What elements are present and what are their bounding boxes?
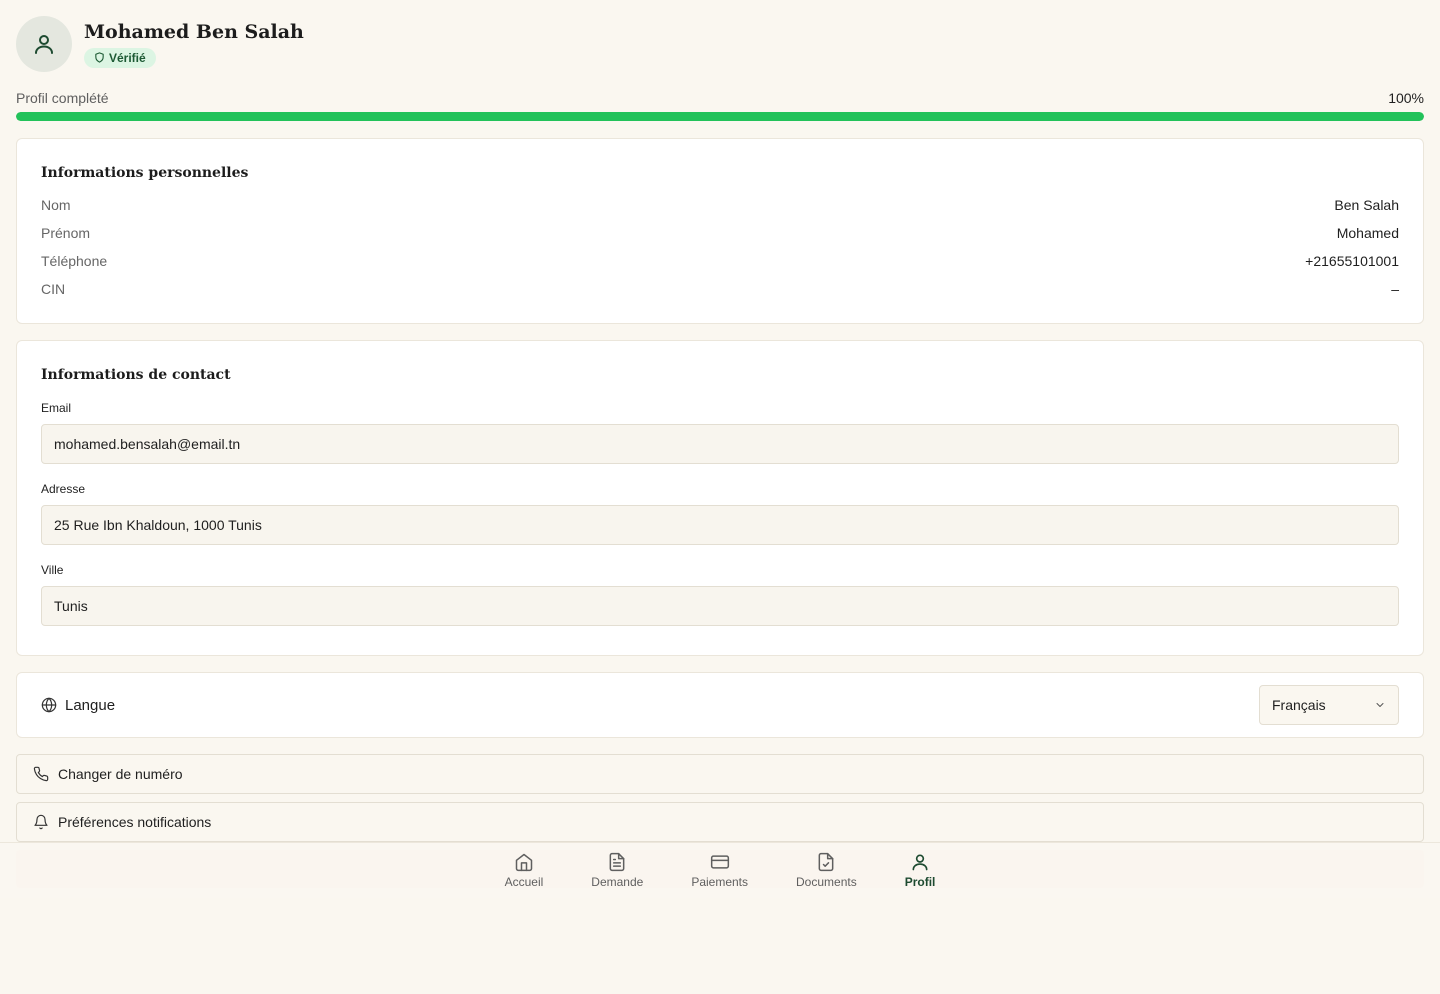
nav-item-accueil[interactable]: Accueil [481,852,568,889]
contact-info-card: Informations de contact Email mohamed.be… [16,340,1424,656]
info-row-nom: Nom Ben Salah [41,191,1399,219]
user-icon [35,35,53,54]
bottom-navigation: Accueil Demande Paiements Documents Prof… [0,842,1440,898]
info-label: Téléphone [41,253,108,269]
language-card: Langue Français [16,672,1424,738]
info-label: Prénom [41,225,91,241]
user-name: Mohamed Ben Salah [84,20,304,43]
progress-bar [16,112,1424,121]
info-value: Mohamed [1336,225,1399,241]
file-check-icon [818,852,834,872]
progress-label: Profil complété [16,90,109,106]
avatar[interactable] [16,16,72,72]
info-value: +21655101001 [1305,253,1399,269]
bell-icon [34,814,48,830]
info-value: – [1391,281,1399,297]
profile-progress-header: Profil complété 100% [16,90,1424,106]
nav-item-paiements[interactable]: Paiements [667,852,772,889]
language-selected-value: Français [1272,697,1326,713]
verified-badge-label: Vérifié [109,50,146,65]
language-label: Langue [65,696,116,714]
nav-label: Documents [796,875,857,889]
nav-label: Profil [904,875,936,889]
info-value: Ben Salah [1334,197,1399,213]
nav-label: Accueil [504,875,544,889]
change-number-label: Changer de numéro [58,766,183,782]
verified-badge: Vérifié [84,47,156,68]
home-icon [515,853,533,872]
notification-preferences-label: Préférences notifications [58,814,212,830]
shield-icon [95,52,104,63]
phone-icon [33,766,49,782]
personal-info-card: Informations personnelles Nom Ben Salah … [16,138,1424,324]
info-label: CIN [41,281,66,297]
notification-preferences-button[interactable]: Préférences notifications [16,802,1424,842]
nav-item-profil[interactable]: Profil [881,852,960,889]
nav-item-documents[interactable]: Documents [772,852,881,889]
progress-fill [16,112,1424,121]
info-row-prenom: Prénom Mohamed [41,219,1399,247]
user-icon [912,854,928,871]
contact-info-title: Informations de contact [41,367,231,383]
info-row-telephone: Téléphone +21655101001 [41,247,1399,275]
profile-header: Mohamed Ben Salah Vérifié [16,16,304,72]
globe-icon [41,697,57,713]
change-number-button[interactable]: Changer de numéro [16,754,1424,794]
info-label: Nom [41,197,71,213]
address-label: Adresse [41,482,86,496]
address-field[interactable]: 25 Rue Ibn Khaldoun, 1000 Tunis [41,505,1399,545]
info-row-cin: CIN – [41,275,1399,303]
email-field[interactable]: mohamed.bensalah@email.tn [41,424,1399,464]
email-label: Email [41,401,72,415]
city-field[interactable]: Tunis [41,586,1399,626]
personal-info-title: Informations personnelles [41,165,249,181]
chevron-down-icon [1376,703,1384,707]
nav-label: Paiements [691,875,749,889]
progress-value: 100% [1388,90,1424,106]
city-label: Ville [41,563,64,577]
card-icon [710,855,729,869]
document-icon [609,852,625,872]
language-select[interactable]: Français [1259,685,1399,725]
nav-item-demande[interactable]: Demande [567,852,667,889]
nav-label: Demande [591,875,644,889]
